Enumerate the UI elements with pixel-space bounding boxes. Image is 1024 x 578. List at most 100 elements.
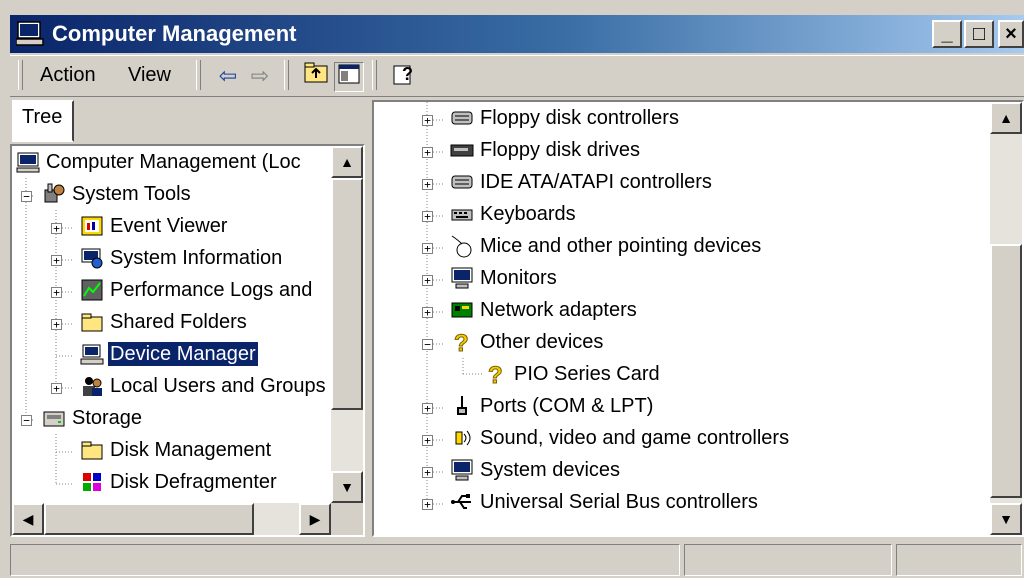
computer-management-window: Computer Management _ □ × Action View ⇦ … <box>0 0 1024 578</box>
expand-toggle[interactable]: + <box>422 275 433 286</box>
keyboard-icon <box>451 209 473 221</box>
device-category-label: Ports (COM & LPT) <box>480 394 654 417</box>
device-category-item[interactable]: ? Other devices <box>450 330 605 360</box>
expand-toggle[interactable]: + <box>422 307 433 318</box>
tree-item-storage[interactable]: Storage <box>42 406 144 436</box>
toolbar-separator <box>372 60 377 90</box>
up-folder-icon[interactable] <box>302 62 330 90</box>
expand-toggle[interactable]: + <box>422 211 433 222</box>
tree-item-device-manager[interactable]: Device Manager <box>80 340 259 372</box>
tree-item-label: Disk Management <box>110 438 272 461</box>
device-category-item[interactable]: Sound, video and game controllers <box>450 426 791 456</box>
expand-toggle[interactable]: + <box>422 179 433 190</box>
usb-icon <box>451 494 471 509</box>
tree-item-event-viewer[interactable]: Event Viewer <box>80 214 229 244</box>
view-menu[interactable]: View <box>128 64 171 87</box>
minimize-button[interactable]: _ <box>932 20 962 48</box>
scroll-down-button[interactable]: ▼ <box>990 503 1022 535</box>
tree-item-label: Computer Management (Loc <box>46 150 301 173</box>
expand-toggle[interactable]: + <box>422 115 433 126</box>
device-category-item[interactable]: System devices <box>450 458 622 488</box>
device-category-item[interactable]: Universal Serial Bus controllers <box>450 490 760 520</box>
expand-toggle[interactable]: + <box>422 499 433 510</box>
close-button[interactable]: × <box>998 20 1024 48</box>
expand-toggle[interactable]: + <box>422 403 433 414</box>
expand-toggle[interactable]: + <box>51 223 62 234</box>
maximize-button[interactable]: □ <box>964 20 994 48</box>
status-panel-main <box>10 544 680 576</box>
device-category-item[interactable]: Network adapters <box>450 298 639 328</box>
toolbar-grip[interactable] <box>18 60 23 90</box>
network-adapter-icon <box>451 302 473 318</box>
show-hide-tree-icon[interactable] <box>334 62 364 92</box>
expand-toggle[interactable]: + <box>51 319 62 330</box>
expand-toggle[interactable]: + <box>51 383 62 394</box>
title-bar[interactable]: Computer Management _ □ × <box>10 15 1024 53</box>
tree-item-disk-defragmenter[interactable]: Disk Defragmenter <box>80 470 279 500</box>
device-category-label: Other devices <box>480 330 604 353</box>
device-category-item[interactable]: Mice and other pointing devices <box>450 234 763 264</box>
console-tree: Computer Management (Loc − System Tools … <box>10 144 365 537</box>
collapse-toggle[interactable]: − <box>21 415 32 426</box>
device-category-item[interactable]: Floppy disk drives <box>450 138 642 168</box>
scroll-thumb[interactable] <box>331 178 363 410</box>
tree-item-shared-folders[interactable]: Shared Folders <box>80 310 249 340</box>
device-category-item[interactable]: ? PIO Series Card <box>484 362 662 392</box>
tree-horizontal-scrollbar[interactable]: ◀ ▶ <box>12 503 331 535</box>
collapse-toggle[interactable]: − <box>21 191 32 202</box>
svg-text:?: ? <box>454 330 469 354</box>
tree-item-disk-management[interactable]: Disk Management <box>80 438 273 468</box>
status-panel-3 <box>896 544 1022 576</box>
expand-toggle[interactable]: + <box>422 467 433 478</box>
devices-vertical-scrollbar[interactable]: ▲ ▼ <box>990 102 1022 535</box>
toolbar-grip[interactable] <box>196 60 201 90</box>
tree-item-system-tools[interactable]: System Tools <box>42 182 193 212</box>
monitor-icon <box>451 459 473 481</box>
computer-icon <box>16 152 40 173</box>
scroll-left-button[interactable]: ◀ <box>12 503 44 535</box>
scroll-down-button[interactable]: ▼ <box>331 471 363 503</box>
collapse-toggle[interactable]: − <box>422 339 433 350</box>
status-bar <box>10 542 1024 578</box>
system-information-icon <box>81 248 103 269</box>
expand-toggle[interactable]: + <box>422 147 433 158</box>
scroll-up-button[interactable]: ▲ <box>331 146 363 178</box>
tab-tree[interactable]: Tree <box>12 100 74 142</box>
device-category-item[interactable]: IDE ATA/ATAPI controllers <box>450 170 714 200</box>
floppy-drive-icon <box>450 144 474 157</box>
scrollbar-corner <box>331 503 363 535</box>
tree-item-system-information[interactable]: System Information <box>80 246 284 276</box>
tree-item-performance-logs[interactable]: Performance Logs and <box>80 278 314 308</box>
tree-item-label: Event Viewer <box>110 214 228 237</box>
expand-toggle[interactable]: + <box>51 287 62 298</box>
tree-item-label: Local Users and Groups <box>110 374 326 397</box>
scroll-thumb[interactable] <box>44 503 254 535</box>
device-category-item[interactable]: Floppy disk controllers <box>450 106 681 136</box>
device-category-item[interactable]: Keyboards <box>450 202 578 232</box>
question-icon: ? <box>488 362 504 386</box>
svg-text:?: ? <box>488 362 503 386</box>
tree-vertical-scrollbar[interactable]: ▲ ▼ <box>331 146 363 503</box>
event-viewer-icon <box>81 216 103 236</box>
scroll-thumb[interactable] <box>990 244 1022 498</box>
storage-icon <box>43 411 65 427</box>
tree-item-local-users-groups[interactable]: Local Users and Groups <box>80 374 328 404</box>
toolbar-separator <box>284 60 289 90</box>
expand-toggle[interactable]: + <box>422 435 433 446</box>
forward-arrow-icon[interactable]: ⇨ <box>246 62 274 90</box>
monitor-icon <box>451 267 473 289</box>
device-category-item[interactable]: Ports (COM & LPT) <box>450 394 655 424</box>
expand-toggle[interactable]: + <box>422 243 433 254</box>
defragmenter-icon <box>83 473 101 491</box>
device-category-label: PIO Series Card <box>514 362 660 385</box>
action-menu[interactable]: Action <box>40 64 96 87</box>
expand-toggle[interactable]: + <box>51 255 62 266</box>
controller-icon <box>451 111 473 125</box>
tree-item-computer-management[interactable]: Computer Management (Loc <box>16 150 303 180</box>
scroll-right-button[interactable]: ▶ <box>299 503 331 535</box>
back-arrow-icon[interactable]: ⇦ <box>214 62 242 90</box>
scroll-up-button[interactable]: ▲ <box>990 102 1022 134</box>
system-tools-icon <box>44 183 65 203</box>
device-category-item[interactable]: Monitors <box>450 266 559 296</box>
help-icon[interactable]: ? <box>390 62 418 90</box>
